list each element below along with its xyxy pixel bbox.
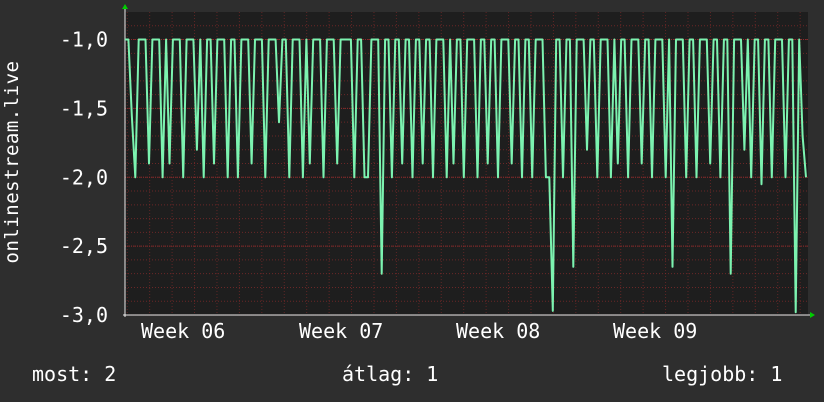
y-axis-label-wrap: onlinestream.live — [0, 12, 24, 312]
y-tick-label: -2,0 — [60, 165, 108, 189]
y-tick-label: -1,0 — [60, 28, 108, 52]
x-tick-label: Week 07 — [299, 319, 383, 343]
y-tick-label: -2,5 — [60, 234, 108, 258]
chart: -1,0-1,5-2,0-2,5-3,0 Week 06 Week 07 Week … — [60, 4, 815, 343]
x-tick-label: Week 09 — [613, 319, 697, 343]
y-tick-labels: -1,0 -1,5 -2,0 -2,5 -3,0 — [60, 28, 108, 327]
footer-now: most: 2 — [32, 362, 117, 386]
y-axis-label: onlinestream.live — [1, 60, 23, 264]
y-tick-label: -1,5 — [60, 96, 108, 120]
y-tick-label: -3,0 — [60, 303, 108, 327]
x-axis-arrow — [810, 312, 815, 318]
x-tick-label: Week 08 — [456, 319, 540, 343]
x-tick-labels: Week 06 Week 07 Week 08 Week 09 — [141, 319, 697, 343]
footer-average: átlag: 1 — [342, 362, 439, 386]
footer-best: legjobb: 1 — [662, 362, 783, 386]
x-tick-label: Week 06 — [141, 319, 225, 343]
y-axis-arrow — [122, 4, 128, 9]
